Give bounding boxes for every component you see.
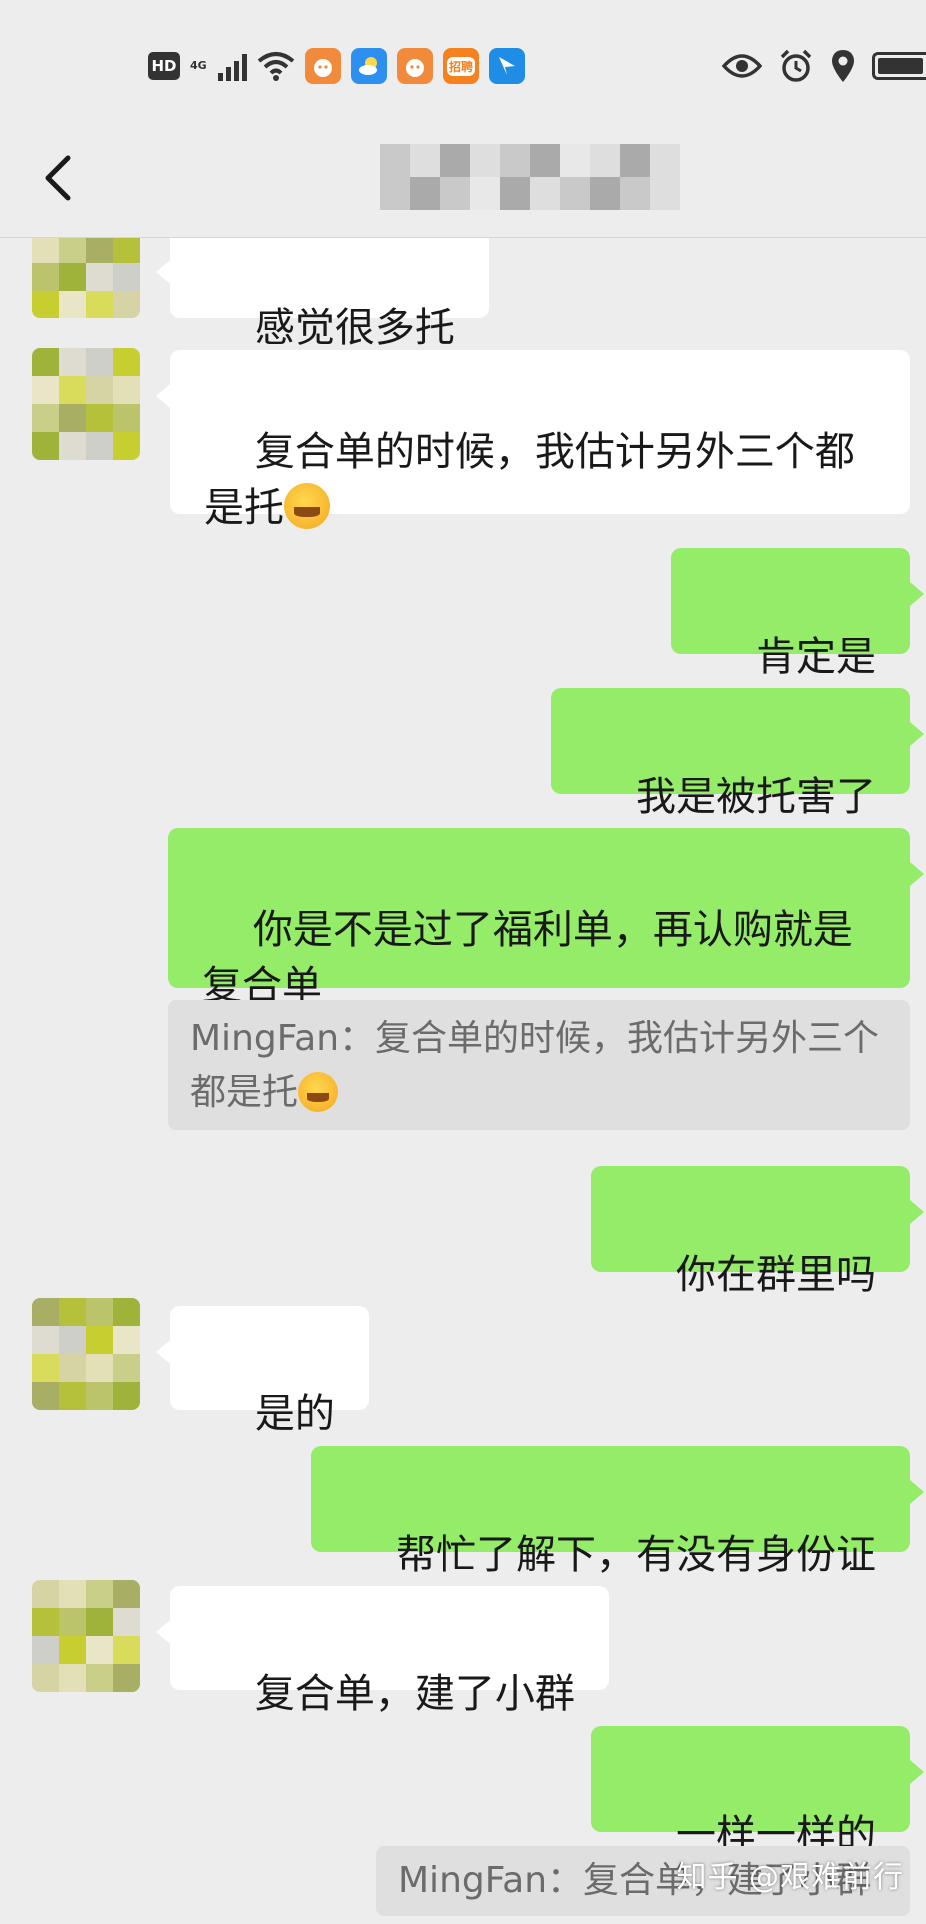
avatar[interactable] [32,1580,140,1692]
recruit-app-icon: 招聘 [443,48,479,84]
app-icon-1 [305,48,341,84]
chevron-left-icon[interactable] [36,150,80,206]
message-bubble-left[interactable]: 复合单的时候，我估计另外三个都是托 [156,350,910,531]
hd-badge: HD [148,52,180,80]
recruit-badge-text: 招聘 [446,56,475,76]
eye-icon [722,54,762,78]
message-bubble-right[interactable]: 你是不是过了福利单，再认购就是复合单 [168,828,924,1009]
message-bubble-left[interactable]: 复合单，建了小群 [156,1586,609,1717]
message-bubble-right[interactable]: 帮忙了解下，有没有身份证 [311,1446,924,1578]
message-text: 是的 [254,1391,335,1437]
battery-icon [872,52,926,80]
laughing-crying-emoji-icon [298,1072,339,1112]
signal-icon [218,51,247,81]
status-right [722,46,926,86]
message-text: 你在群里吗 [676,1252,876,1298]
send-icon [489,48,525,84]
message-bubble-left[interactable]: 感觉很多托 [156,226,489,351]
wifi-icon [257,52,295,81]
chat-title [380,144,680,210]
message-bubble-right[interactable]: 我是被托害了 [551,688,924,820]
message-bubble-right[interactable]: 你在群里吗 [591,1166,924,1298]
alarm-icon [780,49,812,82]
location-icon [832,50,854,82]
title-bar [0,120,926,238]
message-text: 肯定是 [756,634,876,680]
quoted-message[interactable]: MingFan：复合单的时候，我估计另外三个都是托 [168,1000,910,1130]
laughing-crying-emoji-icon [284,483,330,529]
quote-text: MingFan：复合单的时候，我估计另外三个都是托 [190,1018,880,1113]
avatar[interactable] [32,348,140,460]
message-text: 你是不是过了福利单，再认购就是复合单 [202,907,853,1009]
app-icon-2 [397,48,433,84]
title-mosaic [380,144,680,210]
weather-icon [351,48,387,84]
message-text: 帮忙了解下，有没有身份证 [396,1532,876,1578]
message-text: 复合单，建了小群 [254,1671,575,1717]
status-bar: HD 4G 招聘 [0,0,926,120]
message-bubble-right[interactable]: 肯定是 [671,548,924,680]
message-bubble-left[interactable]: 是的 [156,1306,369,1437]
watermark: 知乎 @艰难前行 [676,1860,904,1895]
chat-screen: HD 4G 招聘 感觉很多托 复合单的时候，我估计另外三个都是托 肯定是 我是被… [0,0,926,1924]
status-left: HD 4G 招聘 [148,46,525,86]
message-bubble-right[interactable]: 一样一样的 [591,1726,924,1858]
message-text: 我是被托害了 [636,774,876,820]
message-text: 感觉很多托 [254,305,455,351]
avatar[interactable] [32,1298,140,1410]
network-type: 4G [190,59,207,72]
